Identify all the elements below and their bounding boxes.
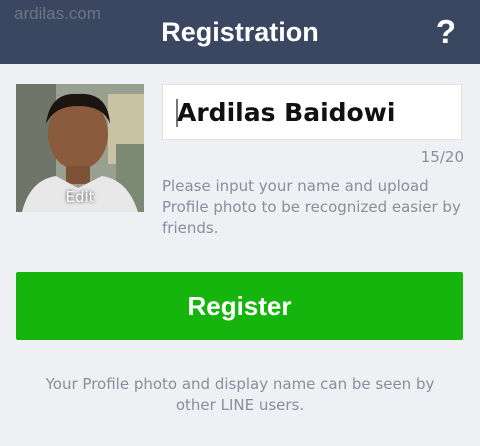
profile-photo[interactable]: Edit <box>16 84 144 212</box>
display-name-field[interactable]: Ardilas Baidowi <box>162 84 462 140</box>
help-button[interactable]: ? <box>436 0 456 64</box>
name-hint-text: Please input your name and upload Profil… <box>162 177 461 237</box>
page-title: Registration <box>161 17 319 47</box>
register-button[interactable]: Register <box>16 272 463 340</box>
display-name-value: Ardilas Baidowi <box>177 98 396 127</box>
character-counter: 15/20 <box>420 148 464 166</box>
edit-photo-label[interactable]: Edit <box>16 188 144 206</box>
privacy-note: Your Profile photo and display name can … <box>45 375 435 414</box>
app-header: ardilas.com Registration ? <box>0 0 480 64</box>
